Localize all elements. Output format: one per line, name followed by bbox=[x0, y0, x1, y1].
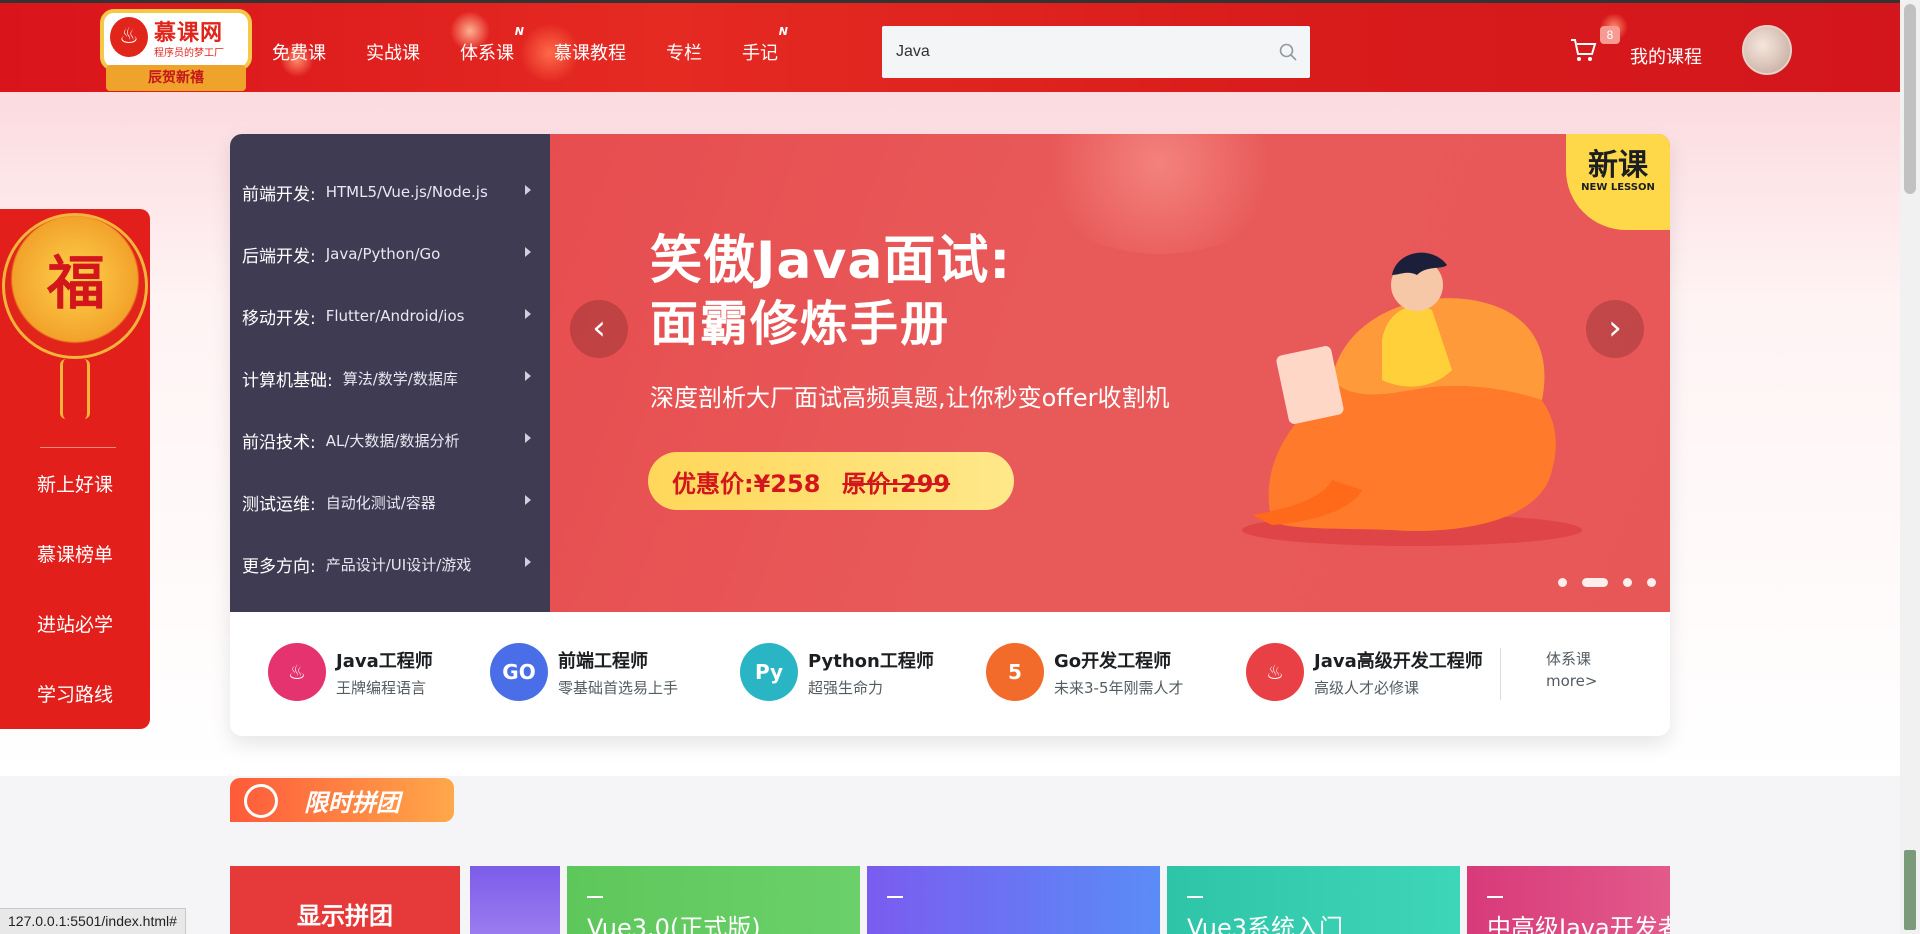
fu-character: 福 bbox=[46, 249, 105, 317]
path-java[interactable]: ♨ Java工程师 王牌编程语言 bbox=[268, 642, 433, 702]
new-badge: N bbox=[778, 25, 788, 38]
float-item-rankings[interactable]: 慕课榜单 bbox=[0, 535, 150, 575]
category-testing-ops[interactable]: 测试运维: 自动化测试/容器 bbox=[230, 482, 550, 522]
category-menu: 前端开发: HTML5/Vue.js/Node.js 后端开发: Java/Py… bbox=[230, 134, 550, 612]
banner-subtitle: 深度剖析大厂面试高频真题,让你秒变offer收割机 bbox=[650, 384, 1170, 412]
float-item-new-courses[interactable]: 新上好课 bbox=[0, 465, 150, 505]
course-card[interactable] bbox=[470, 866, 560, 934]
discount-price: 优惠价:¥258 bbox=[672, 469, 821, 498]
left-float-menu: 福 新上好课 慕课榜单 进站必学 学习路线 bbox=[0, 209, 150, 729]
chevron-right-icon bbox=[525, 433, 531, 443]
chinese-knot-icon bbox=[60, 359, 90, 419]
category-frontier[interactable]: 前沿技术: AL/大数据/数据分析 bbox=[230, 420, 550, 460]
decoration bbox=[1904, 850, 1916, 930]
alarm-clock-icon bbox=[244, 784, 278, 818]
banner-dot[interactable] bbox=[1647, 578, 1656, 587]
path-python[interactable]: Py Python工程师 超强生命力 bbox=[740, 642, 934, 702]
banner-dot-active[interactable] bbox=[1582, 578, 1608, 587]
divider bbox=[40, 447, 116, 448]
career-paths: ♨ Java工程师 王牌编程语言 GO 前端工程师 零基础首选易上手 Py Py… bbox=[230, 612, 1670, 736]
banner-slide[interactable]: 笑傲Java面试: 面霸修炼手册 深度剖析大厂面试高频真题,让你秒变offer收… bbox=[550, 134, 1670, 612]
search-box bbox=[882, 26, 1310, 78]
html5-icon: 5 bbox=[986, 643, 1044, 701]
banner-dot[interactable] bbox=[1558, 578, 1567, 587]
banner-pagination bbox=[1558, 578, 1671, 587]
banner-price-tag: 优惠价:¥258 原价:299 bbox=[648, 452, 1014, 510]
avatar[interactable] bbox=[1742, 25, 1792, 75]
path-go[interactable]: 5 Go开发工程师 未来3-5年刚需人才 bbox=[986, 642, 1184, 702]
flame-icon: ♨ bbox=[110, 17, 148, 57]
cart-icon[interactable] bbox=[1568, 35, 1598, 65]
java-icon: ♨ bbox=[1246, 643, 1304, 701]
chevron-right-icon bbox=[525, 495, 531, 505]
category-frontend[interactable]: 前端开发: HTML5/Vue.js/Node.js bbox=[230, 172, 550, 212]
divider bbox=[887, 896, 903, 898]
banner-title-line2: 面霸修炼手册 bbox=[650, 296, 951, 352]
float-item-must-learn[interactable]: 进站必学 bbox=[0, 605, 150, 645]
course-card-vue3-intro[interactable]: Vue3系统入门 bbox=[1167, 866, 1460, 934]
path-frontend[interactable]: GO 前端工程师 零基础首选易上手 bbox=[490, 642, 678, 702]
divider bbox=[1487, 896, 1503, 898]
cart-count-badge: 8 bbox=[1600, 26, 1620, 44]
banner-dot[interactable] bbox=[1623, 578, 1632, 587]
nav-notes[interactable]: 手记 N bbox=[742, 25, 788, 69]
nav-practical-courses[interactable]: 实战课 bbox=[366, 39, 420, 69]
nav-free-courses[interactable]: 免费课 bbox=[272, 39, 326, 69]
course-card[interactable] bbox=[867, 866, 1160, 934]
course-card-vue3[interactable]: Vue3.0(正式版) bbox=[567, 866, 860, 934]
new-badge: N bbox=[514, 25, 524, 38]
scrollbar[interactable] bbox=[1900, 0, 1920, 934]
search-icon[interactable] bbox=[1278, 42, 1298, 62]
chevron-right-icon bbox=[525, 247, 531, 257]
site-logo[interactable]: ♨ 慕课网 程序员的梦工厂 辰贺新禧 bbox=[100, 9, 252, 93]
category-more[interactable]: 更多方向: 产品设计/UI设计/游戏 bbox=[230, 544, 550, 584]
new-lesson-badge: 新课 NEW LESSON bbox=[1566, 134, 1670, 230]
top-header: ♨ 慕课网 程序员的梦工厂 辰贺新禧 免费课 实战课 体系课 N 慕课教程 专栏 … bbox=[0, 0, 1900, 92]
logo-name: 慕课网 bbox=[154, 21, 224, 46]
chevron-right-icon bbox=[525, 557, 531, 567]
main-nav: 免费课 实战课 体系课 N 慕课教程 专栏 手记 N bbox=[272, 25, 818, 69]
chevron-right-icon bbox=[525, 185, 531, 195]
course-card-java[interactable]: 中高级Java开发者 bbox=[1467, 866, 1670, 934]
path-java-advanced[interactable]: ♨ Java高级开发工程师 高级人才必修课 bbox=[1246, 642, 1483, 702]
java-icon: ♨ bbox=[268, 643, 326, 701]
category-backend[interactable]: 后端开发: Java/Python/Go bbox=[230, 234, 550, 274]
divider bbox=[1500, 648, 1501, 700]
person-on-beanbag-illustration bbox=[1242, 252, 1582, 546]
banner-next-button[interactable]: › bbox=[1586, 300, 1644, 358]
nav-system-courses[interactable]: 体系课 N bbox=[460, 25, 524, 69]
scroll-thumb[interactable] bbox=[1904, 4, 1916, 194]
nav-columns[interactable]: 专栏 bbox=[666, 39, 702, 69]
chevron-right-icon bbox=[525, 371, 531, 381]
group-buy-card[interactable]: 显示拼团 bbox=[230, 866, 460, 934]
original-price: 原价:299 bbox=[842, 469, 951, 498]
logo-slogan: 程序员的梦工厂 bbox=[154, 48, 224, 59]
divider bbox=[1187, 896, 1203, 898]
category-mobile[interactable]: 移动开发: Flutter/Android/ios bbox=[230, 296, 550, 336]
chevron-right-icon bbox=[525, 309, 531, 319]
logo-ribbon: 辰贺新禧 bbox=[106, 65, 246, 91]
banner-prev-button[interactable]: ‹ bbox=[570, 300, 628, 358]
category-cs-basics[interactable]: 计算机基础: 算法/数学/数据库 bbox=[230, 358, 550, 398]
status-url: 127.0.0.1:5501/index.html# bbox=[0, 908, 186, 934]
search-input[interactable] bbox=[882, 26, 1262, 78]
banner-title-line1: 笑傲Java面试: bbox=[650, 231, 1012, 291]
float-item-learning-path[interactable]: 学习路线 bbox=[0, 675, 150, 715]
my-courses-link[interactable]: 我的课程 bbox=[1630, 43, 1702, 69]
paths-more-link[interactable]: 体系课 more> bbox=[1546, 648, 1597, 692]
divider bbox=[587, 896, 603, 898]
nav-tutorials[interactable]: 慕课教程 bbox=[554, 39, 626, 69]
python-icon: Py bbox=[740, 643, 798, 701]
go-icon: GO bbox=[490, 643, 548, 701]
group-buy-tag: 限时拼团 bbox=[230, 778, 454, 822]
